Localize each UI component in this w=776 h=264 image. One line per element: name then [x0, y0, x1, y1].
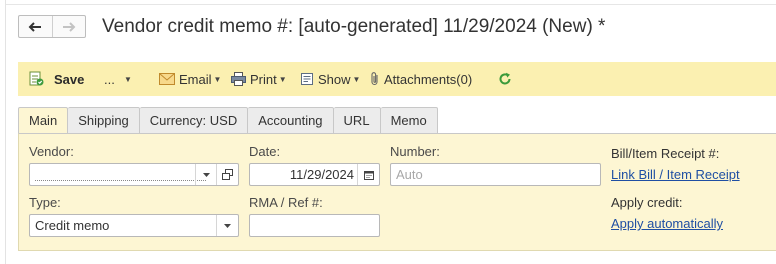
- type-select[interactable]: Credit memo: [29, 214, 239, 237]
- vendor-dropdown-button[interactable]: [195, 164, 217, 185]
- chevron-down-icon: ▼: [124, 74, 132, 84]
- number-field[interactable]: Auto: [390, 163, 601, 186]
- number-placeholder: Auto: [396, 167, 423, 182]
- back-button[interactable]: [19, 16, 52, 37]
- vendor-credit-memo-window: Vendor credit memo #: [auto-generated] 1…: [0, 0, 776, 264]
- chevron-down-icon: [203, 172, 210, 177]
- save-label: Save: [54, 71, 85, 87]
- arrow-right-icon: [62, 21, 76, 32]
- top-divider: [6, 4, 776, 5]
- printer-icon: [231, 72, 246, 86]
- more-actions-button[interactable]: ...: [104, 62, 115, 96]
- show-label: Show: [318, 71, 351, 87]
- bill-receipt-label: Bill/Item Receipt #:: [611, 146, 720, 161]
- refresh-icon: [499, 72, 511, 85]
- tab-memo[interactable]: Memo: [380, 107, 438, 134]
- vendor-field[interactable]: [29, 163, 239, 186]
- arrow-left-icon: [28, 21, 42, 32]
- apply-credit-label: Apply credit:: [611, 195, 683, 210]
- toolbar: Save ... ▼ Email ▼ Print ▼ Show ▼ Attach…: [18, 62, 776, 96]
- rma-label: RMA / Ref #:: [249, 195, 323, 210]
- tab-url[interactable]: URL: [333, 107, 381, 134]
- chevron-down-icon: [224, 223, 231, 228]
- link-bill-receipt-link[interactable]: Link Bill / Item Receipt: [611, 167, 740, 182]
- date-label: Date:: [249, 144, 281, 159]
- chevron-down-icon: ▼: [352, 74, 361, 84]
- paperclip-icon: [371, 72, 378, 86]
- tab-main[interactable]: Main: [18, 107, 69, 134]
- refresh-button[interactable]: [498, 62, 516, 96]
- left-border: [0, 0, 6, 264]
- page-title: Vendor credit memo #: [auto-generated] 1…: [102, 16, 606, 37]
- envelope-icon: [159, 73, 175, 85]
- date-field[interactable]: 11/29/2024: [249, 163, 380, 186]
- document-icon: [301, 73, 313, 85]
- main-form-panel: Vendor: Type: Credit memo Date: 11/29/20…: [18, 133, 776, 251]
- type-dropdown-button[interactable]: [216, 215, 238, 236]
- attachments-button[interactable]: Attachments(0): [370, 62, 472, 96]
- rma-ref-field[interactable]: [249, 214, 380, 237]
- print-button[interactable]: Print ▼: [231, 62, 287, 96]
- print-label: Print: [250, 71, 277, 87]
- email-button[interactable]: Email ▼: [159, 62, 221, 96]
- save-button[interactable]: Save: [28, 62, 84, 96]
- date-value: 11/29/2024: [289, 167, 354, 182]
- more-label: ...: [104, 71, 115, 87]
- more-actions-dropdown[interactable]: ▼: [122, 62, 132, 96]
- chevron-down-icon: ▼: [278, 74, 287, 84]
- type-label: Type:: [29, 195, 61, 210]
- forward-button[interactable]: [51, 16, 86, 37]
- date-picker-button[interactable]: [357, 164, 379, 185]
- calendar-icon: [363, 170, 374, 180]
- vendor-underline: [35, 180, 206, 181]
- email-label: Email: [179, 71, 212, 87]
- history-nav: [18, 15, 86, 38]
- vendor-open-button[interactable]: [216, 164, 238, 185]
- tab-bar: Main Shipping Currency: USD Accounting U…: [18, 107, 438, 134]
- number-label: Number:: [390, 144, 440, 159]
- attachments-label: Attachments(0): [384, 71, 473, 87]
- tab-accounting[interactable]: Accounting: [248, 107, 334, 134]
- save-icon: [29, 71, 44, 86]
- show-button[interactable]: Show ▼: [300, 62, 360, 96]
- apply-automatically-link[interactable]: Apply automatically: [611, 216, 723, 231]
- tab-currency[interactable]: Currency: USD: [139, 107, 249, 134]
- open-window-icon: [222, 169, 233, 180]
- chevron-down-icon: ▼: [213, 74, 222, 84]
- type-value: Credit memo: [35, 218, 110, 233]
- vendor-label: Vendor:: [29, 144, 74, 159]
- tab-shipping[interactable]: Shipping: [68, 107, 140, 134]
